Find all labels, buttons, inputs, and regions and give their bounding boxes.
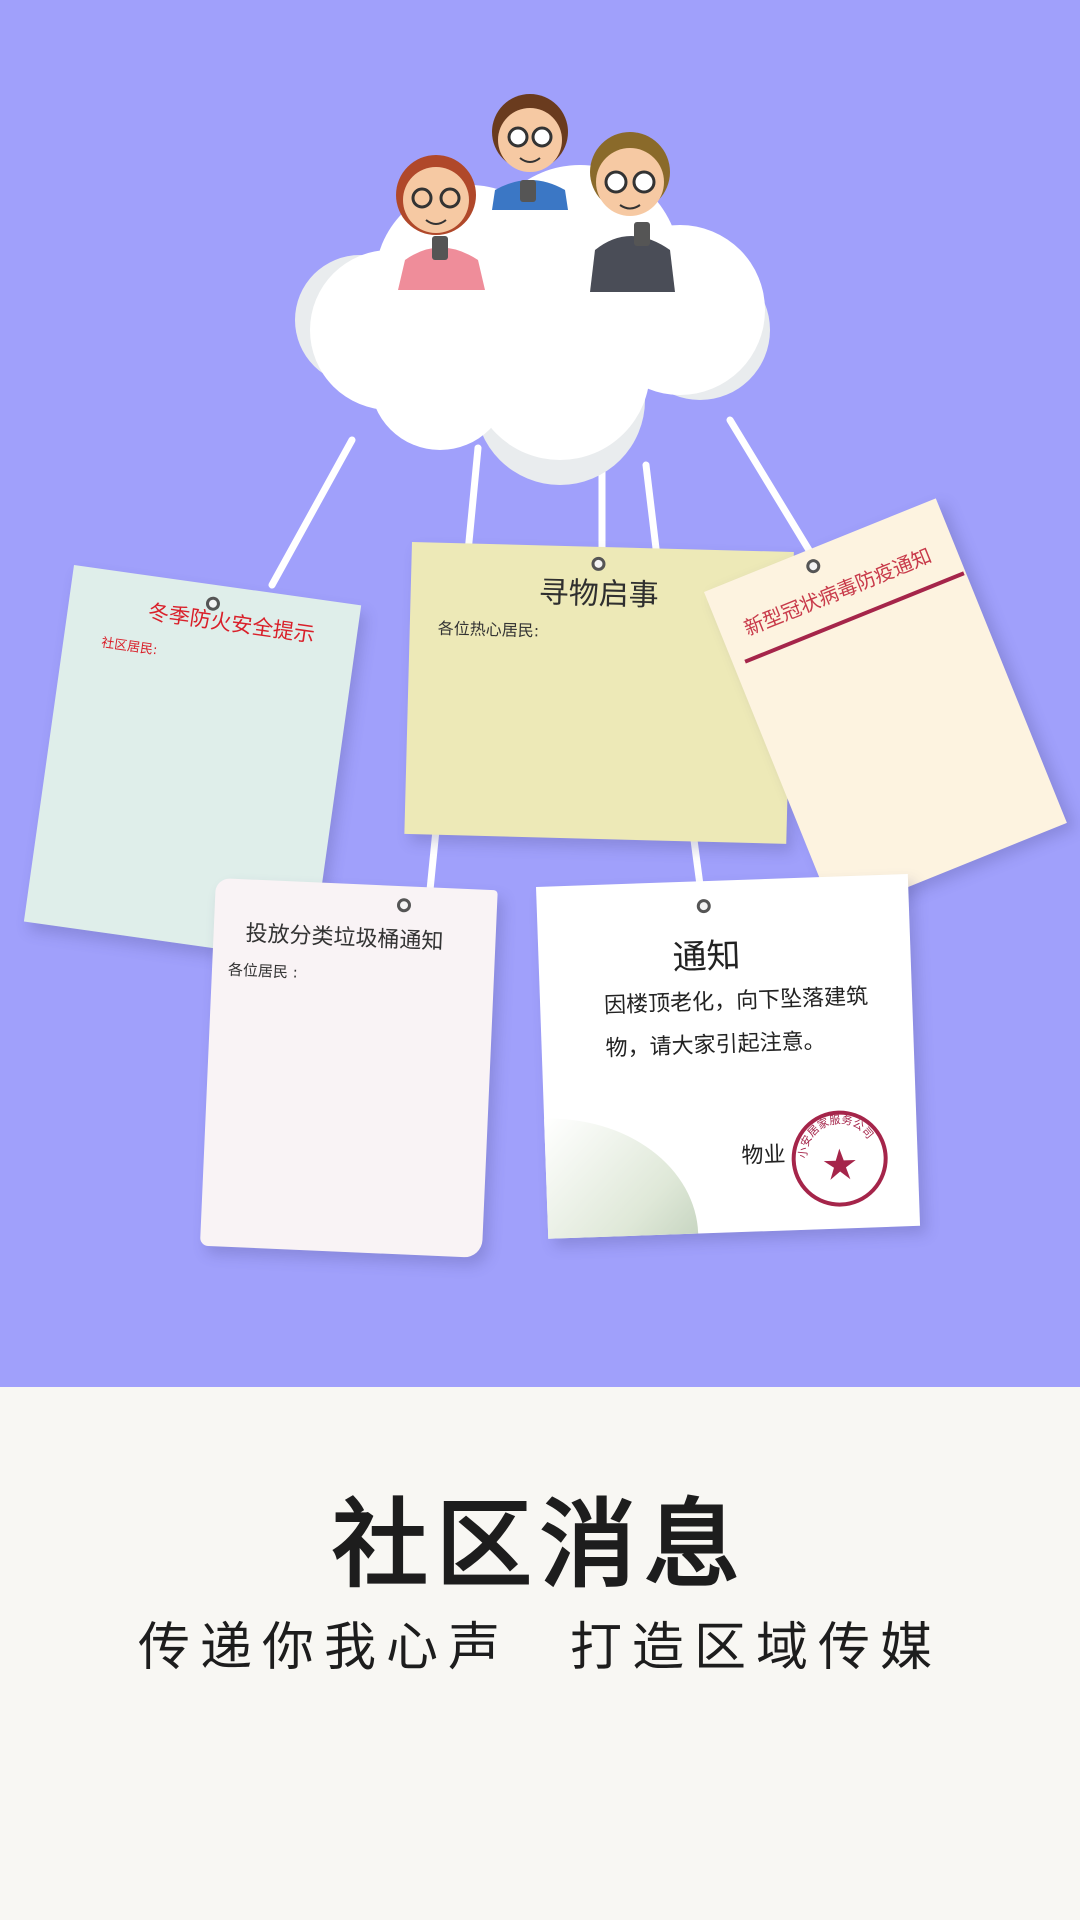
hanger-hole-icon	[396, 897, 412, 913]
note-building-notice: 通知 因楼顶老化，向下坠落建筑物，请大家引起注意。 物业 小安居家服务公司	[536, 874, 921, 1239]
hanger-hole-icon	[696, 898, 712, 914]
note-title: 冬季防火安全提示	[146, 599, 317, 648]
hanger-hole-icon	[804, 557, 823, 576]
star-icon	[823, 1148, 856, 1180]
note-title: 寻物启事	[538, 575, 660, 614]
slogan-part-1: 传递你我心声	[137, 1618, 510, 1678]
resident-boy-icon	[492, 94, 568, 210]
note-title: 投放分类垃圾桶通知	[245, 921, 444, 955]
note-greeting: 社区居民:	[100, 635, 159, 659]
page-title: 社区消息	[332, 1489, 748, 1601]
note-signature: 物业	[741, 1142, 786, 1169]
note-greeting: 各位热心居民:	[437, 618, 540, 641]
official-stamp: 小安居家服务公司	[791, 1110, 888, 1207]
note-greeting: 各位居民 :	[227, 960, 299, 982]
page-curl	[544, 1113, 699, 1239]
slogan: 传递你我心声 打造区域传媒	[0, 1605, 1080, 1680]
slogan-part-2: 打造区域传媒	[570, 1618, 943, 1678]
note-title: 通知	[671, 935, 742, 979]
hero-illustration: 冬季防火安全提示 社区居民: 寻物启事 各位热心居民: 新型冠状病毒防疫通知 投…	[0, 0, 1080, 1387]
note-body: 因楼顶老化，向下坠落建筑物，请大家引起注意。	[603, 984, 869, 1062]
cloud-icon	[295, 165, 770, 485]
note-garbage-sorting: 投放分类垃圾桶通知 各位居民 :	[199, 878, 498, 1258]
text-panel: 社区消息 传递你我心声 打造区域传媒	[0, 1387, 1080, 1920]
